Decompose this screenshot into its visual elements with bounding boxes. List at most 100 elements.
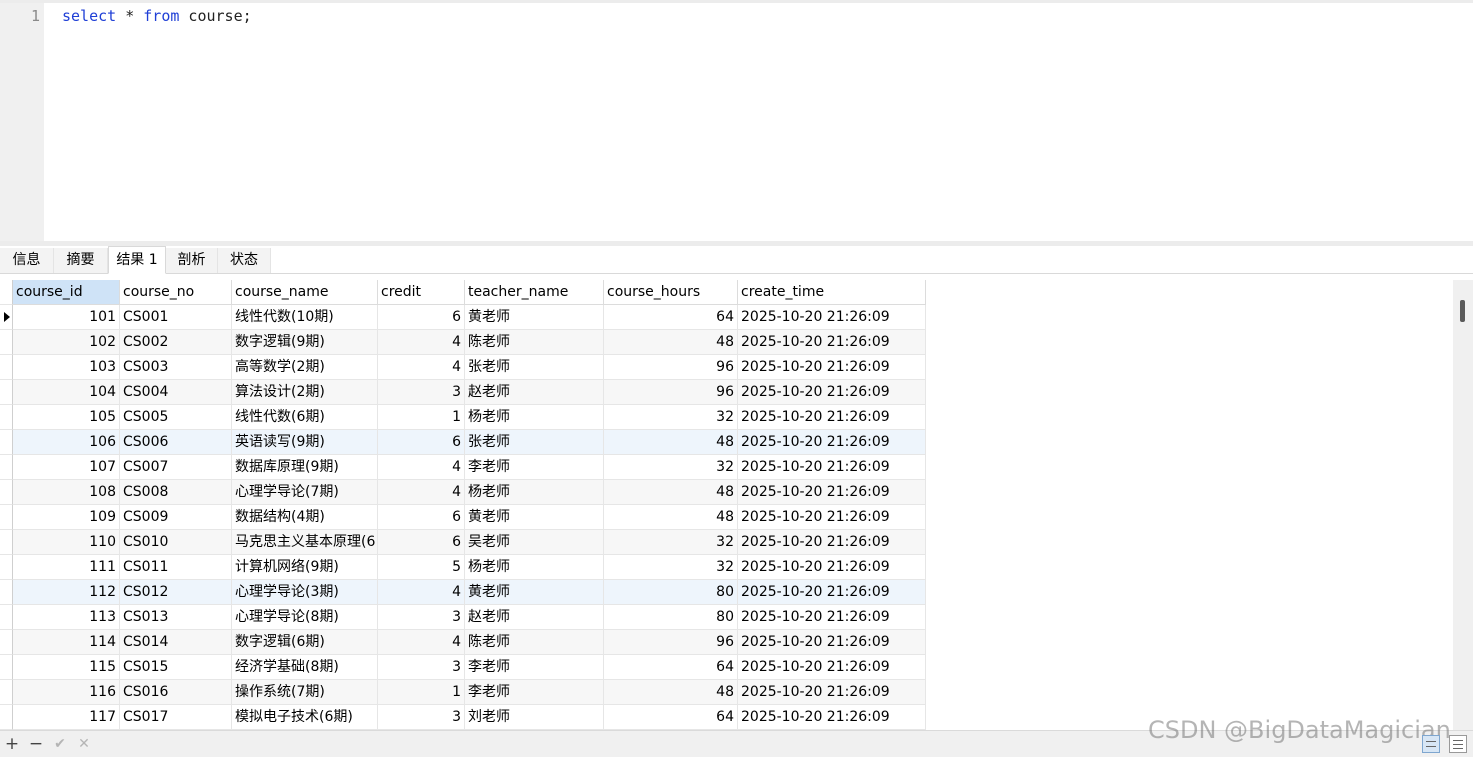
cell-course-name[interactable]: 线性代数(10期) [232,305,378,330]
row-selector[interactable] [0,405,13,430]
cell-credit[interactable]: 1 [378,680,465,705]
cell-create-time[interactable]: 2025-10-20 21:26:09 [738,355,926,380]
cell-course-hours[interactable]: 96 [604,630,738,655]
cell-course-hours[interactable]: 64 [604,655,738,680]
cell-course-name[interactable]: 操作系统(7期) [232,680,378,705]
cell-course-hours[interactable]: 80 [604,605,738,630]
cell-course-hours[interactable]: 96 [604,355,738,380]
cell-course-no[interactable]: CS010 [120,530,232,555]
cell-course-hours[interactable]: 64 [604,705,738,730]
cell-teacher-name[interactable]: 赵老师 [465,380,604,405]
result-grid[interactable]: course_id course_no course_name credit teach… [0,274,1453,730]
cell-course-id[interactable]: 108 [13,480,120,505]
cell-course-id[interactable]: 114 [13,630,120,655]
cell-teacher-name[interactable]: 张老师 [465,355,604,380]
cell-teacher-name[interactable]: 黄老师 [465,580,604,605]
cell-course-no[interactable]: CS007 [120,455,232,480]
cell-create-time[interactable]: 2025-10-20 21:26:09 [738,705,926,730]
cell-course-hours[interactable]: 32 [604,405,738,430]
cell-course-name[interactable]: 高等数学(2期) [232,355,378,380]
cell-credit[interactable]: 4 [378,455,465,480]
cell-course-name[interactable]: 数据库原理(9期) [232,455,378,480]
column-header-course-id[interactable]: course_id [13,280,120,305]
cell-create-time[interactable]: 2025-10-20 21:26:09 [738,555,926,580]
cell-course-hours[interactable]: 48 [604,680,738,705]
cell-credit[interactable]: 6 [378,505,465,530]
cell-course-id[interactable]: 116 [13,680,120,705]
cell-course-hours[interactable]: 32 [604,455,738,480]
row-selector[interactable] [0,630,13,655]
cell-course-id[interactable]: 113 [13,605,120,630]
column-header-course-name[interactable]: course_name [232,280,378,305]
sql-code[interactable]: select * from course; [62,6,252,26]
tab-profile[interactable]: 剖析 [166,248,218,273]
cell-course-name[interactable]: 计算机网络(9期) [232,555,378,580]
cell-course-no[interactable]: CS003 [120,355,232,380]
row-selector[interactable] [0,505,13,530]
cell-create-time[interactable]: 2025-10-20 21:26:09 [738,580,926,605]
cell-course-no[interactable]: CS009 [120,505,232,530]
cell-course-hours[interactable]: 32 [604,555,738,580]
cell-course-hours[interactable]: 96 [604,380,738,405]
cell-course-id[interactable]: 117 [13,705,120,730]
cell-create-time[interactable]: 2025-10-20 21:26:09 [738,405,926,430]
cell-course-name[interactable]: 算法设计(2期) [232,380,378,405]
cell-teacher-name[interactable]: 张老师 [465,430,604,455]
cell-credit[interactable]: 4 [378,480,465,505]
cell-course-no[interactable]: CS001 [120,305,232,330]
cell-credit[interactable]: 3 [378,705,465,730]
row-selector[interactable] [0,430,13,455]
cell-course-id[interactable]: 104 [13,380,120,405]
cell-create-time[interactable]: 2025-10-20 21:26:09 [738,505,926,530]
cell-course-no[interactable]: CS014 [120,630,232,655]
cell-create-time[interactable]: 2025-10-20 21:26:09 [738,455,926,480]
row-selector[interactable] [0,455,13,480]
cell-course-name[interactable]: 模拟电子技术(6期) [232,705,378,730]
cell-teacher-name[interactable]: 黄老师 [465,505,604,530]
cell-course-name[interactable]: 心理学导论(8期) [232,605,378,630]
row-selector[interactable] [0,705,13,730]
tab-status[interactable]: 状态 [218,248,271,273]
cell-teacher-name[interactable]: 刘老师 [465,705,604,730]
cell-course-id[interactable]: 105 [13,405,120,430]
cell-course-no[interactable]: CS002 [120,330,232,355]
add-row-button[interactable]: + [2,733,22,755]
cell-course-no[interactable]: CS016 [120,680,232,705]
cell-course-hours[interactable]: 80 [604,580,738,605]
cell-course-name[interactable]: 数字逻辑(9期) [232,330,378,355]
cell-credit[interactable]: 4 [378,580,465,605]
sql-editor[interactable]: 1 select * from course; [0,0,1473,241]
column-header-credit[interactable]: credit [378,280,465,305]
cell-teacher-name[interactable]: 李老师 [465,655,604,680]
cell-course-id[interactable]: 101 [13,305,120,330]
cell-credit[interactable]: 4 [378,330,465,355]
cell-course-no[interactable]: CS015 [120,655,232,680]
cell-credit[interactable]: 4 [378,630,465,655]
cell-course-name[interactable]: 经济学基础(8期) [232,655,378,680]
cell-create-time[interactable]: 2025-10-20 21:26:09 [738,480,926,505]
cell-course-id[interactable]: 107 [13,455,120,480]
cell-teacher-name[interactable]: 杨老师 [465,480,604,505]
cell-create-time[interactable]: 2025-10-20 21:26:09 [738,605,926,630]
cell-course-id[interactable]: 115 [13,655,120,680]
cell-credit[interactable]: 1 [378,405,465,430]
cell-credit[interactable]: 5 [378,555,465,580]
row-selector[interactable] [0,355,13,380]
discard-changes-button[interactable]: ✕ [74,733,94,755]
cell-teacher-name[interactable]: 陈老师 [465,330,604,355]
cell-course-id[interactable]: 111 [13,555,120,580]
row-selector[interactable] [0,305,13,330]
cell-course-name[interactable]: 英语读写(9期) [232,430,378,455]
cell-teacher-name[interactable]: 杨老师 [465,555,604,580]
scrollbar-thumb[interactable] [1460,300,1465,322]
cell-course-no[interactable]: CS006 [120,430,232,455]
delete-row-button[interactable]: − [26,733,46,755]
cell-course-name[interactable]: 心理学导论(3期) [232,580,378,605]
grid-view-icon[interactable] [1422,735,1440,753]
cell-course-id[interactable]: 109 [13,505,120,530]
apply-changes-button[interactable]: ✔ [50,733,70,755]
cell-teacher-name[interactable]: 赵老师 [465,605,604,630]
cell-course-hours[interactable]: 48 [604,480,738,505]
cell-credit[interactable]: 4 [378,355,465,380]
cell-create-time[interactable]: 2025-10-20 21:26:09 [738,680,926,705]
